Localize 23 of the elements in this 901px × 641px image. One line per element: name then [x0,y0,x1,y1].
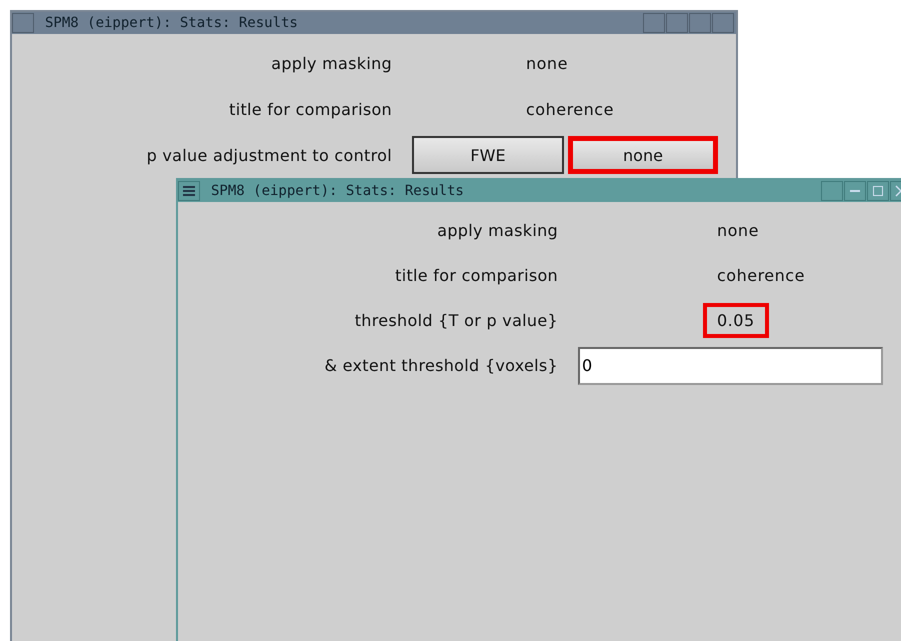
field-value: none [716,220,760,242]
field-label: p value adjustment to control [146,146,392,164]
field-value: coherence [525,98,615,120]
window-menu-button[interactable] [178,181,200,201]
field-value: coherence [716,265,806,287]
window-control-button[interactable] [821,181,843,201]
field-label: threshold {T or p value} [354,311,558,330]
field-label: apply masking [436,221,558,240]
menu-icon [182,185,196,197]
field-value: 0.05 [703,303,769,338]
minimize-icon [850,190,860,192]
field-value: none [525,52,569,74]
field-label: title for comparison [394,266,558,285]
maximize-icon [872,185,884,197]
window-control-button[interactable] [643,13,665,33]
field-label: title for comparison [228,100,392,118]
field-label: apply masking [270,54,392,72]
option-button[interactable]: none [568,136,718,174]
option-button[interactable]: FWE [412,136,564,174]
input-field[interactable]: 0 [578,346,883,384]
field-label: & extent threshold {voxels} [324,356,558,375]
window-title: SPM8 (eippert): Stats: Results [44,15,299,31]
window-title: SPM8 (eippert): Stats: Results [210,183,465,199]
